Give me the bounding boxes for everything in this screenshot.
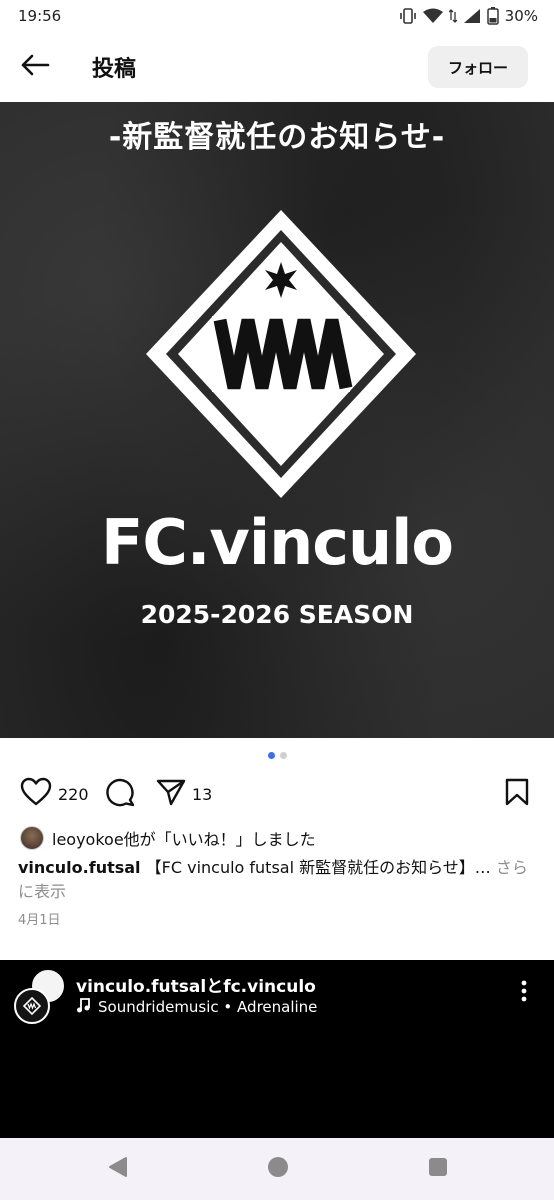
next-post-music[interactable]: Soundridemusic • Adrenaline xyxy=(76,997,317,1017)
next-post[interactable]: vinculo.futsalとfc.vinculo Soundridemusic… xyxy=(0,960,554,1138)
wifi-icon xyxy=(422,8,443,24)
more-vertical-icon xyxy=(521,980,527,1006)
post-date: 4月1日 xyxy=(18,913,61,928)
share-button[interactable]: 13 xyxy=(156,774,212,814)
back-arrow-icon xyxy=(20,54,50,80)
carousel-dot-active xyxy=(267,752,275,759)
vibrate-icon xyxy=(399,8,417,24)
image-heading: -新監督就任のお知らせ- xyxy=(108,120,446,155)
caption-username[interactable]: vinculo.futsal xyxy=(18,858,141,877)
nav-back-button[interactable] xyxy=(105,1156,131,1182)
signal-icon xyxy=(463,8,481,24)
heart-icon xyxy=(20,777,52,811)
back-button[interactable] xyxy=(0,32,70,102)
system-nav-bar xyxy=(0,1138,554,1200)
status-time: 19:56 xyxy=(18,7,62,25)
music-text: Soundridemusic • Adrenaline xyxy=(98,998,318,1016)
page-title: 投稿 xyxy=(92,57,137,82)
data-arrows-icon xyxy=(448,8,457,24)
season-label: 2025-2026 SEASON xyxy=(140,600,414,629)
status-bar: 19:56 30% xyxy=(0,0,554,32)
caption: vinculo.futsal 【FC vinculo futsal 新監督就任の… xyxy=(18,856,538,904)
avatar xyxy=(14,988,50,1024)
nav-home-button[interactable] xyxy=(265,1156,291,1182)
comment-button[interactable] xyxy=(104,774,136,814)
carousel-dot xyxy=(279,752,287,759)
share-count: 13 xyxy=(192,784,213,804)
battery-icon xyxy=(486,7,499,25)
bookmark-icon xyxy=(504,777,530,811)
action-bar: 220 13 xyxy=(0,774,554,814)
club-logo xyxy=(146,210,416,498)
follow-button[interactable]: フォロー xyxy=(427,46,528,88)
circle-home-icon xyxy=(267,1156,289,1182)
square-recents-icon xyxy=(428,1157,448,1181)
likes-line[interactable]: leoyokoe他が「いいね！」しました xyxy=(20,825,316,851)
app-header: 投稿 フォロー xyxy=(0,32,554,102)
more-options-button[interactable] xyxy=(512,978,536,1008)
carousel-indicator xyxy=(0,752,554,759)
status-icons: 30% xyxy=(399,7,538,25)
music-note-icon xyxy=(76,997,90,1017)
club-name: FC.vinculo xyxy=(101,506,454,579)
nav-recents-button[interactable] xyxy=(425,1156,451,1182)
next-post-avatars[interactable] xyxy=(14,968,74,1028)
like-count: 220 xyxy=(58,784,89,804)
like-button[interactable]: 220 xyxy=(20,774,89,814)
send-icon xyxy=(156,778,186,810)
battery-percent: 30% xyxy=(504,7,538,25)
save-button[interactable] xyxy=(504,774,530,814)
triangle-back-icon xyxy=(108,1156,128,1182)
post-image[interactable]: -新監督就任のお知らせ- FC.vinculo 2025-2026 SEASON xyxy=(0,102,554,738)
caption-text: 【FC vinculo futsal 新監督就任のお知らせ】… xyxy=(140,858,491,877)
avatar xyxy=(20,826,44,850)
comment-icon xyxy=(104,777,136,811)
likes-text: leoyokoe他が「いいね！」しました xyxy=(52,830,316,849)
next-post-title[interactable]: vinculo.futsalとfc.vinculo xyxy=(76,972,316,997)
